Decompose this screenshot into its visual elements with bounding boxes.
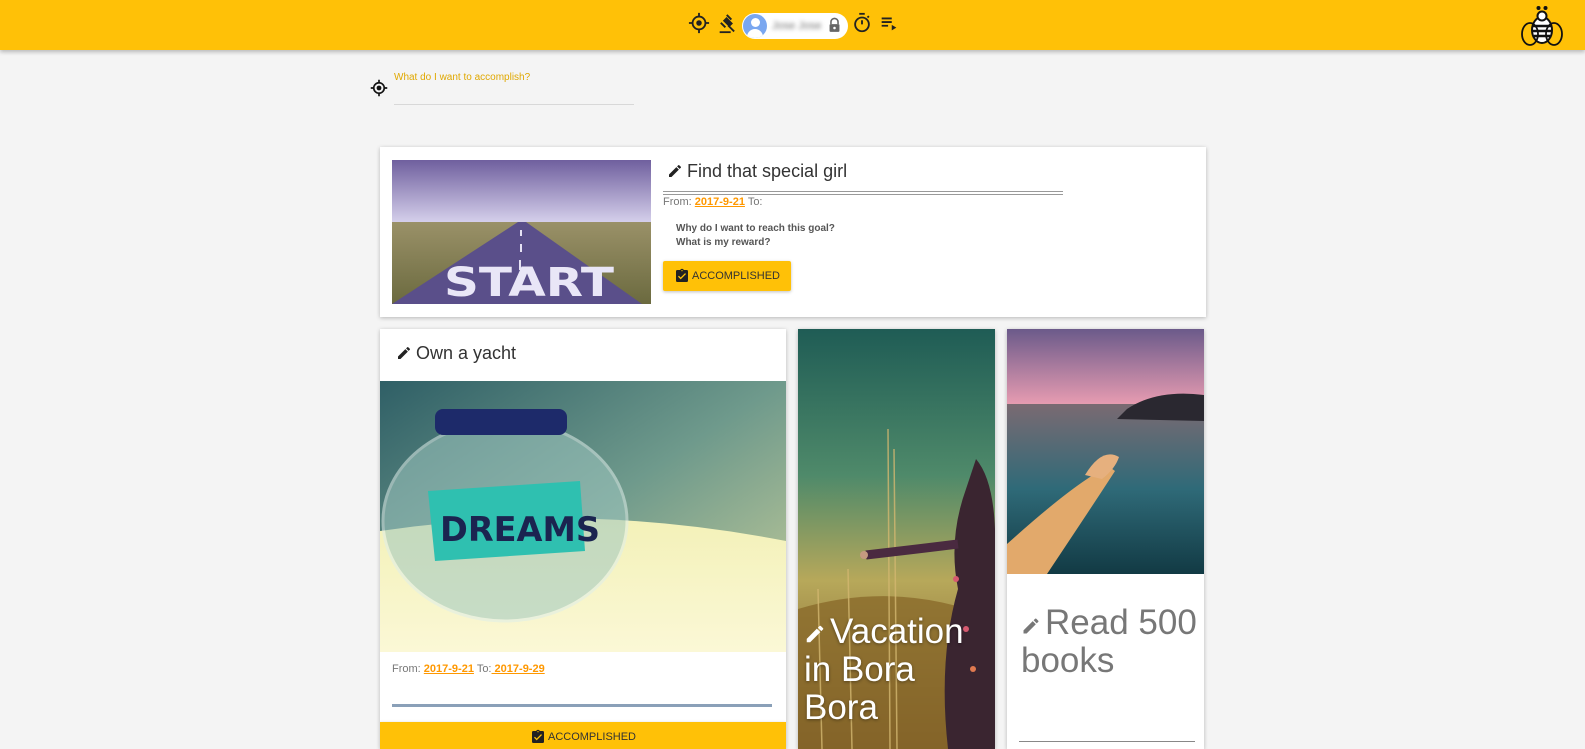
svg-text:START: START [444,260,615,304]
goal-title-text: Own a yacht [416,343,517,363]
accomplished-label: ACCOMPLISHED [547,731,637,743]
to-label: To: [747,196,763,208]
playlist-icon[interactable] [878,12,900,34]
progress-divider [1019,741,1195,742]
from-date-link[interactable]: 2017-9-21 [695,196,745,208]
assignment-check-icon [674,268,690,284]
goal-questions: Why do I want to reach this goal? What i… [676,222,835,250]
edit-icon[interactable] [804,615,826,643]
accomplished-button[interactable]: ACCOMPLISHED [380,722,786,749]
account-icon [743,14,767,38]
goal-title-text: Read 500 books [1021,603,1197,680]
from-label: From: [392,663,421,675]
to-date-link[interactable]: 2017-9-29 [492,663,545,675]
goal-title[interactable]: Find that special girl [667,161,847,182]
lock-icon[interactable] [826,17,843,34]
progress-bar [392,704,772,707]
edit-icon[interactable] [396,345,412,361]
goal-card: Read 500 books [1007,329,1204,749]
from-date-link[interactable]: 2017-9-21 [424,663,474,675]
why-question[interactable]: Why do I want to reach this goal? [676,222,835,236]
goal-title[interactable]: Own a yacht [396,343,516,364]
dreams-jar-image: DREAMS [380,381,786,652]
top-bar: Jose Jose [0,0,1585,50]
goal-card: Vacation in Bora Bora [798,329,995,749]
svg-text:DREAMS: DREAMS [440,510,600,550]
goal-title[interactable]: Vacation in Bora Bora [804,613,989,727]
target-icon [370,79,388,97]
progress-divider [663,191,1063,195]
edit-icon[interactable] [1021,606,1041,634]
from-label: From: [663,196,692,208]
target-icon[interactable] [688,12,710,34]
goal-card: Own a yacht DREAMS From: 2017-9-21 To: 2… [380,329,786,749]
goal-input-label: What do I want to accomplish? [394,72,531,83]
goal-dates: From: 2017-9-21 To: 2017-9-29 [392,663,545,675]
road-start-image: START [392,160,651,304]
goal-card: START Find that special girl From: 2017-… [380,147,1206,317]
edit-icon[interactable] [667,163,683,179]
sea-hand-image [1007,329,1204,574]
accomplished-button[interactable]: ACCOMPLISHED [663,261,791,291]
user-name: Jose Jose [772,20,822,32]
gavel-icon[interactable] [716,12,738,34]
user-account-chip[interactable]: Jose Jose [742,13,848,39]
accomplished-label: ACCOMPLISHED [691,270,781,282]
bee-logo[interactable] [1519,4,1565,48]
to-label: To: [476,663,492,675]
goal-title-text: Vacation in Bora Bora [804,612,964,727]
reward-question[interactable]: What is my reward? [676,236,835,250]
goal-input[interactable] [394,86,634,105]
timer-icon[interactable] [851,12,873,34]
assignment-check-icon [530,729,546,745]
goal-title-text: Find that special girl [687,161,848,181]
goal-title[interactable]: Read 500 books [1021,604,1201,680]
goal-dates: From: 2017-9-21 To: [663,196,763,208]
